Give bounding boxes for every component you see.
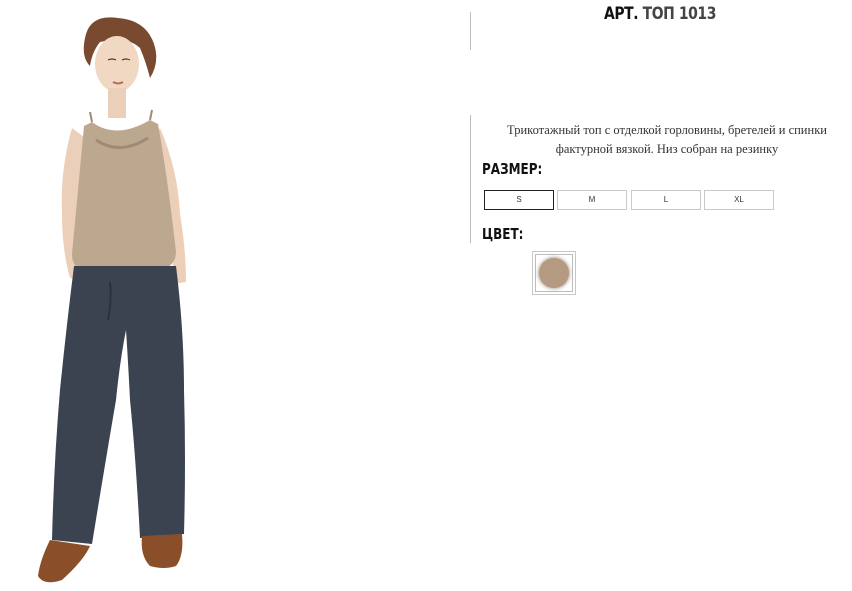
size-label: РАЗМЕР: [482, 160, 543, 178]
size-option-m[interactable]: M [557, 190, 627, 210]
product-description: Трикотажный топ с отделкой горловины, бр… [507, 123, 827, 156]
left-shoe [38, 540, 90, 583]
divider-top [470, 12, 471, 50]
product-title: АРТ. ТОП 1013 [504, 4, 816, 24]
size-option-s[interactable]: S [484, 190, 554, 210]
color-swatch[interactable] [532, 251, 576, 295]
color-dot [539, 258, 569, 288]
size-option-l[interactable]: L [631, 190, 701, 210]
product-code: ТОП 1013 [642, 4, 717, 24]
product-photo [38, 17, 186, 583]
right-shoe [141, 534, 183, 568]
size-option-xl[interactable]: XL [704, 190, 774, 210]
pants [52, 266, 185, 544]
title-prefix: АРТ. [603, 4, 639, 24]
color-label: ЦВЕТ: [482, 225, 524, 243]
top-garment [72, 120, 176, 272]
divider-main [470, 115, 471, 243]
